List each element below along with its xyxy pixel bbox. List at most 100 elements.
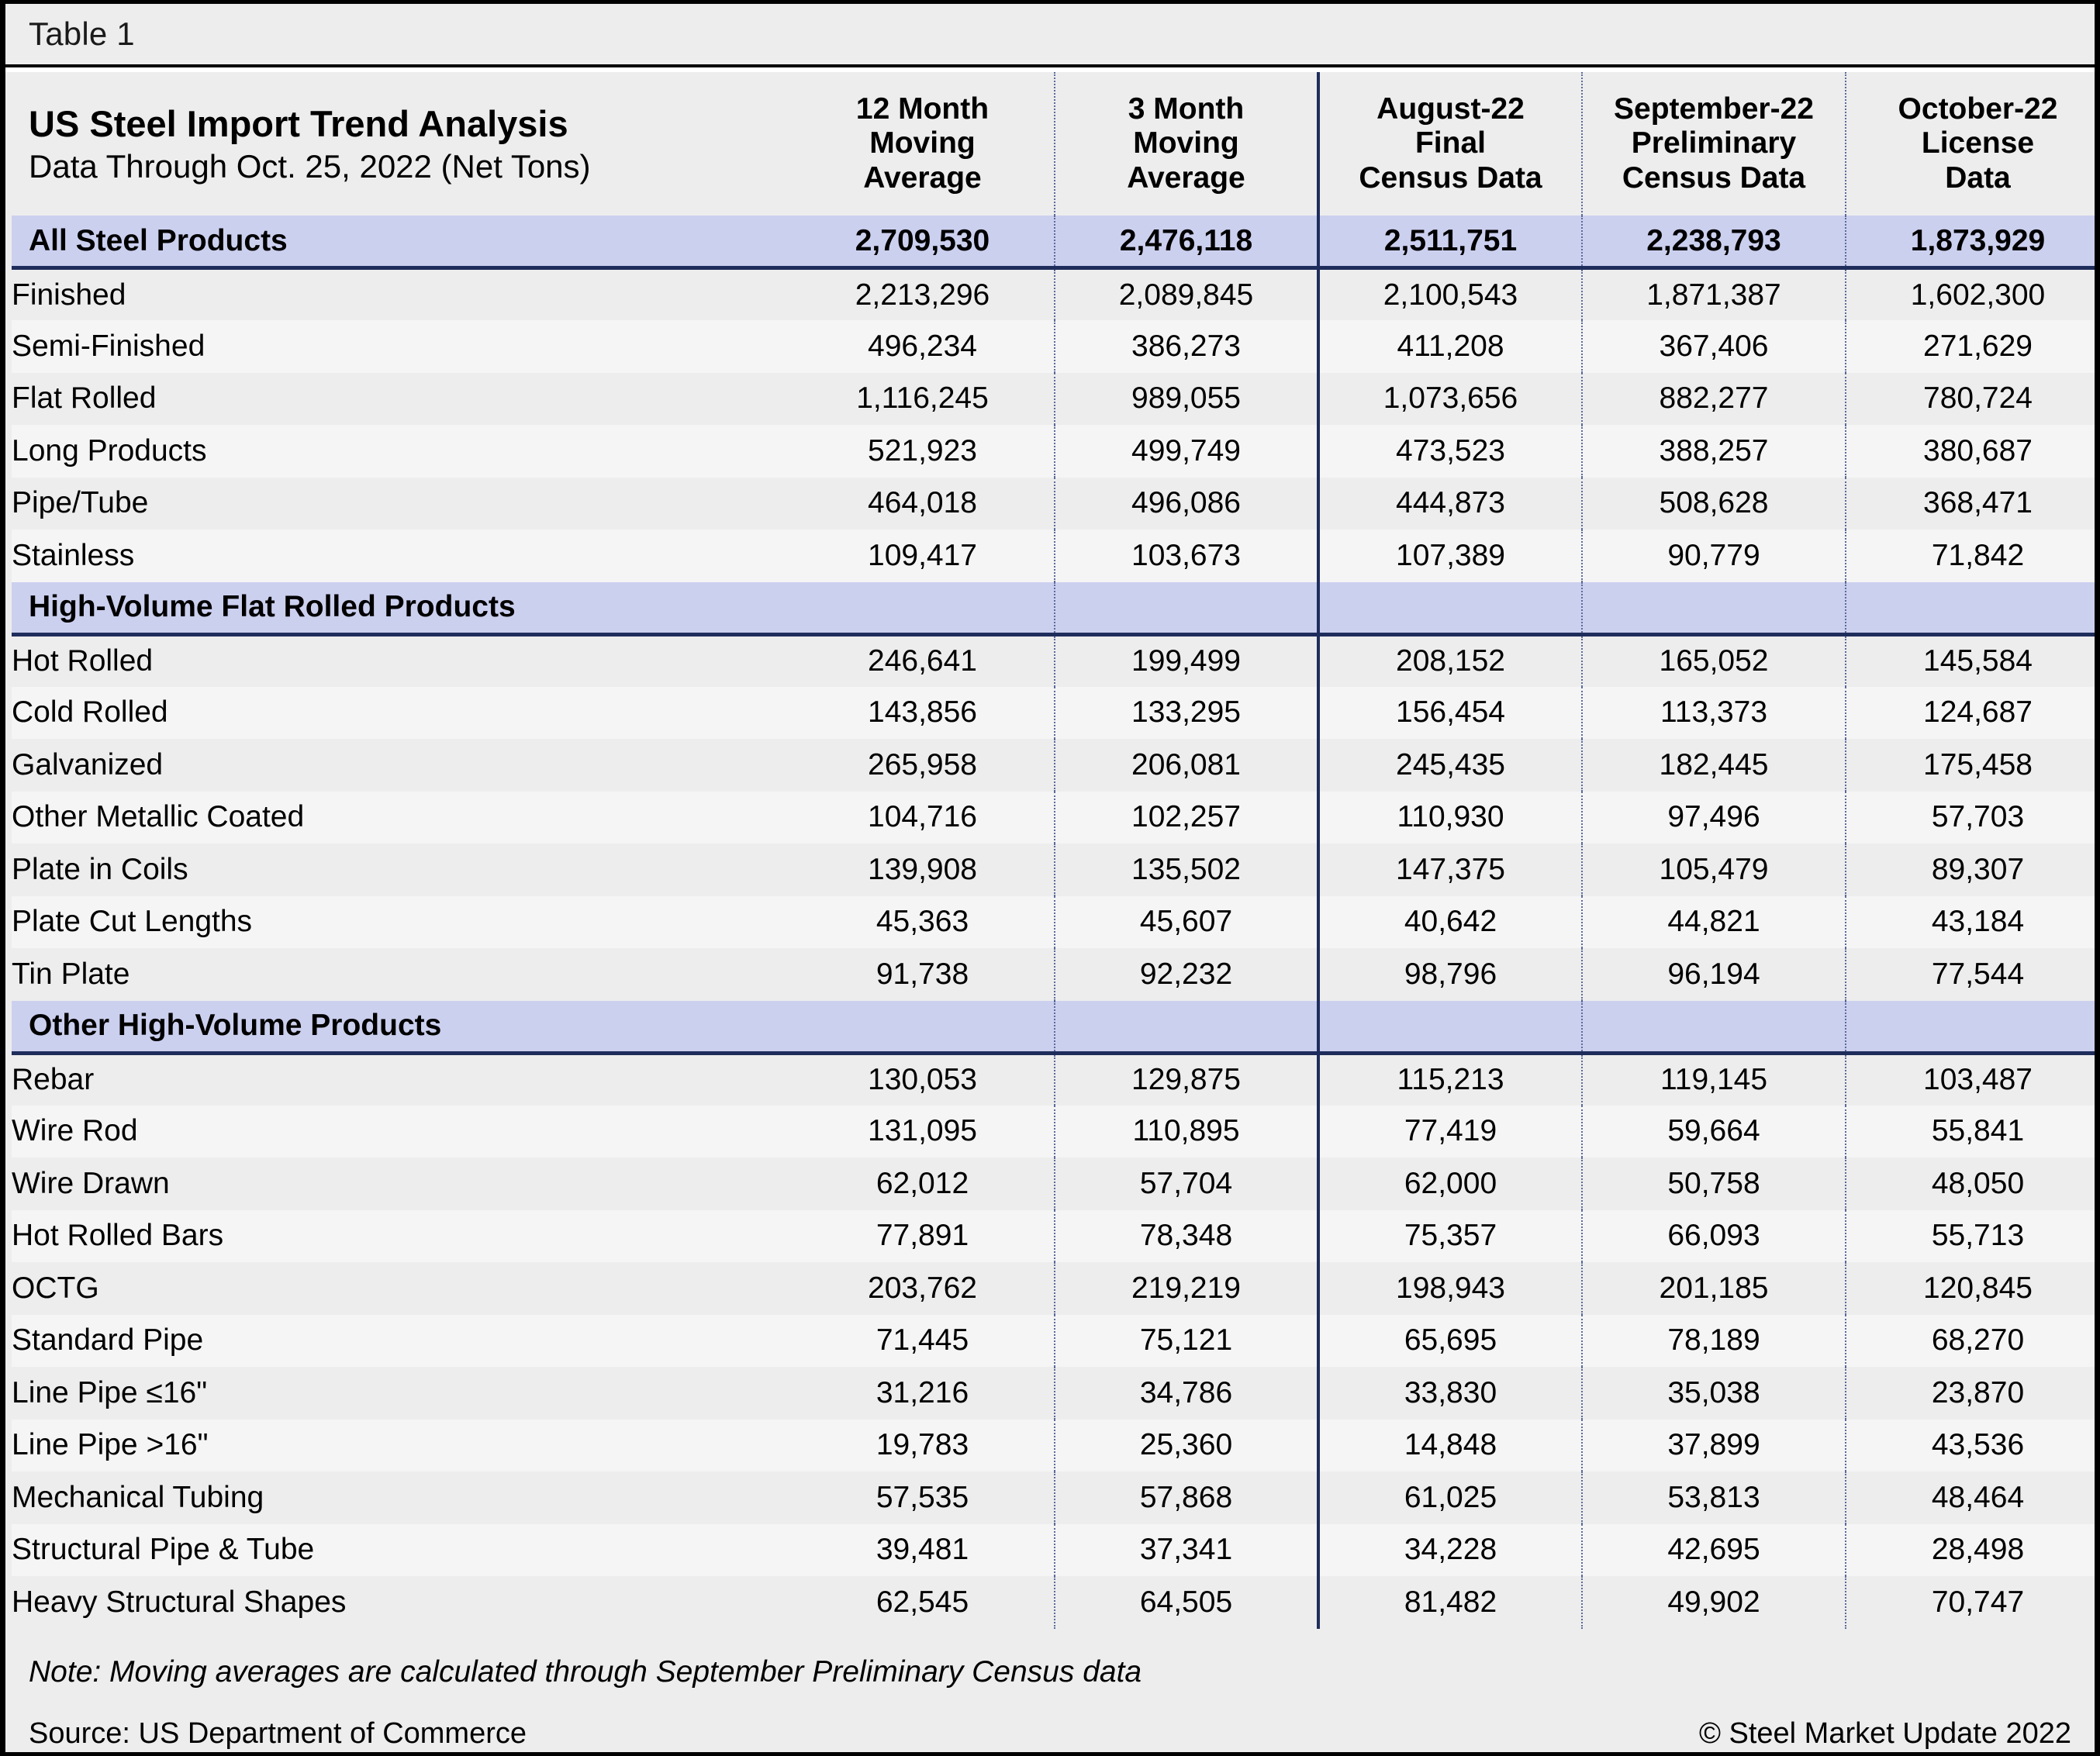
row-value: 124,687 — [1845, 686, 2095, 739]
table-row: Line Pipe ≤16" 31,216 34,786 33,830 35,038 23… — [12, 1367, 2095, 1420]
row-label: Other High-Volume Products — [12, 1000, 791, 1055]
row-value — [1581, 581, 1846, 637]
row-label: Heavy Structural Shapes — [12, 1576, 791, 1629]
row-label: Long Products — [12, 425, 791, 478]
row-value: 31,216 — [791, 1367, 1055, 1420]
row-value: 115,213 — [1317, 1053, 1582, 1106]
row-value: 119,145 — [1581, 1053, 1846, 1106]
row-value: 97,496 — [1581, 791, 1846, 844]
row-value: 14,848 — [1317, 1419, 1582, 1471]
row-value: 71,445 — [791, 1314, 1055, 1367]
row-value: 1,116,245 — [791, 372, 1055, 425]
row-value: 75,121 — [1054, 1314, 1318, 1367]
row-label: Standard Pipe — [12, 1314, 791, 1367]
row-label: Wire Rod — [12, 1105, 791, 1157]
row-value — [791, 581, 1055, 637]
row-value: 2,213,296 — [791, 267, 1055, 320]
table-row: Rebar 130,053 129,875 115,213 119,145 103,487 — [12, 1053, 2095, 1106]
row-value: 78,348 — [1054, 1209, 1318, 1262]
table-page: Table 1 STEEL MARKET UPDATE part of the … — [0, 0, 2100, 1756]
row-value: 2,476,118 — [1054, 216, 1318, 270]
row-value: 28,498 — [1845, 1523, 2095, 1576]
table-row: Galvanized 265,958 206,081 245,435 182,445 17… — [12, 739, 2095, 792]
row-value: 19,783 — [791, 1419, 1055, 1471]
col-head-line1: 3 Month — [1128, 92, 1245, 126]
row-value: 508,628 — [1581, 477, 1846, 530]
table-row: Hot Rolled 246,641 199,499 208,152 165,052 14… — [12, 634, 2095, 687]
row-label: Galvanized — [12, 739, 791, 792]
table-row: Flat Rolled 1,116,245 989,055 1,073,656 882,… — [12, 372, 2095, 425]
row-value — [1845, 1000, 2095, 1055]
row-value: 48,464 — [1845, 1471, 2095, 1524]
row-value: 199,499 — [1054, 634, 1318, 687]
row-value: 464,018 — [791, 477, 1055, 530]
col-head-line3: Average — [863, 160, 982, 195]
row-value: 62,545 — [791, 1576, 1055, 1629]
col-head-line3: Census Data — [1359, 160, 1542, 195]
row-value: 45,607 — [1054, 895, 1318, 948]
table-row: Structural Pipe & Tube 39,481 37,341 34,228… — [12, 1523, 2095, 1576]
row-label: Structural Pipe & Tube — [12, 1523, 791, 1576]
col-head-line1: August-22 — [1376, 92, 1525, 126]
row-value: 98,796 — [1317, 948, 1582, 1001]
row-value: 496,086 — [1054, 477, 1318, 530]
row-value: 135,502 — [1054, 844, 1318, 896]
row-label: Hot Rolled — [12, 634, 791, 687]
row-value — [1054, 581, 1318, 637]
row-value: 105,479 — [1581, 844, 1846, 896]
row-value: 143,856 — [791, 686, 1055, 739]
row-label: High-Volume Flat Rolled Products — [12, 581, 791, 637]
row-value: 246,641 — [791, 634, 1055, 687]
row-value: 75,357 — [1317, 1209, 1582, 1262]
col-head-line3: Average — [1127, 160, 1245, 195]
row-value: 42,695 — [1581, 1523, 1846, 1576]
row-value: 45,363 — [791, 895, 1055, 948]
row-value: 70,747 — [1845, 1576, 2095, 1629]
table-row: Other Metallic Coated 104,716 102,257 110,9… — [12, 791, 2095, 844]
row-value: 62,012 — [791, 1157, 1055, 1210]
table-row: Hot Rolled Bars 77,891 78,348 75,357 66,093 5… — [12, 1209, 2095, 1262]
col-head-line2: Preliminary — [1631, 126, 1797, 160]
col-head-line1: September-22 — [1614, 92, 1814, 126]
copyright-text: © Steel Market Update 2022 — [1698, 1716, 2071, 1750]
col-head-line2: License — [1921, 126, 2035, 160]
row-value: 1,871,387 — [1581, 267, 1846, 320]
row-value: 110,930 — [1317, 791, 1582, 844]
table-row: Pipe/Tube 464,018 496,086 444,873 508,628 368… — [12, 477, 2095, 530]
row-value: 198,943 — [1317, 1262, 1582, 1315]
row-value: 34,228 — [1317, 1523, 1582, 1576]
table-container: US Steel Import Trend Analysis Data Thro… — [5, 72, 2095, 1629]
table-row: Long Products 521,923 499,749 473,523 388,25… — [12, 425, 2095, 478]
row-value: 386,273 — [1054, 320, 1318, 373]
col-head-line2: Final — [1414, 126, 1486, 160]
row-value: 57,535 — [791, 1471, 1055, 1524]
col-head-line1: 12 Month — [855, 92, 990, 126]
table-row: Semi-Finished 496,234 386,273 411,208 367,40… — [12, 320, 2095, 373]
row-value: 92,232 — [1054, 948, 1318, 1001]
footnote: Note: Moving averages are calculated thr… — [29, 1654, 1142, 1689]
row-value: 368,471 — [1845, 477, 2095, 530]
table-title-cell: US Steel Import Trend Analysis Data Thro… — [12, 72, 791, 216]
row-value: 499,749 — [1054, 425, 1318, 478]
table-title: US Steel Import Trend Analysis — [29, 103, 568, 145]
row-value: 40,642 — [1317, 895, 1582, 948]
row-value: 77,419 — [1317, 1105, 1582, 1157]
row-label: Plate Cut Lengths — [12, 895, 791, 948]
row-value: 57,704 — [1054, 1157, 1318, 1210]
row-value: 130,053 — [791, 1053, 1055, 1106]
row-value: 265,958 — [791, 739, 1055, 792]
row-value: 81,482 — [1317, 1576, 1582, 1629]
table-row: Tin Plate 91,738 92,232 98,796 96,194 77,544 — [12, 948, 2095, 1001]
row-value: 23,870 — [1845, 1367, 2095, 1420]
table-caption: Table 1 — [29, 16, 135, 52]
col-head-line3: Data — [1945, 160, 2011, 195]
row-value: 145,584 — [1845, 634, 2095, 687]
row-value: 206,081 — [1054, 739, 1318, 792]
table-row: Mechanical Tubing 57,535 57,868 61,025 53,81… — [12, 1471, 2095, 1524]
row-value: 90,779 — [1581, 530, 1846, 582]
row-value: 103,673 — [1054, 530, 1318, 582]
table-row: Wire Drawn 62,012 57,704 62,000 50,758 48,050 — [12, 1157, 2095, 1210]
row-value: 89,307 — [1845, 844, 2095, 896]
col-head-line3: Census Data — [1622, 160, 1806, 195]
row-value: 44,821 — [1581, 895, 1846, 948]
